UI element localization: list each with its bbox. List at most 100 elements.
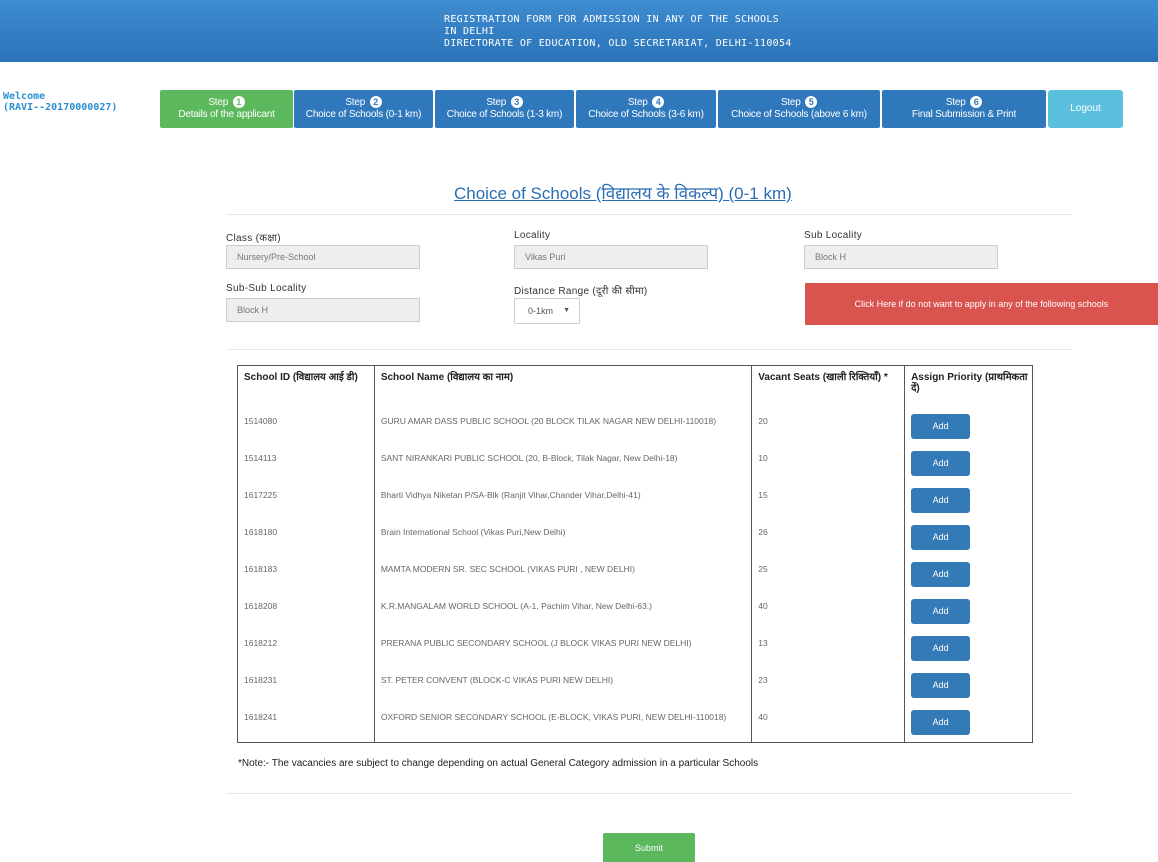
header-line-3: DIRECTORATE OF EDUCATION, OLD SECRETARIA… [444,38,792,49]
priority-cell: Add [904,483,1033,521]
vacancy-note: *Note:- The vacancies are subject to cha… [238,758,759,769]
step-prefix: Step [208,97,229,108]
step-label: Choice of Schools (0-1 km) [305,109,422,120]
distance-range-select[interactable]: 0-1km ▼ [514,298,580,324]
step-label: Choice of Schools (1-3 km) [446,109,563,120]
school-id: 1618183 [244,563,278,574]
page-title: Choice of Schools (विद्यालय के विकल्प) (… [454,184,792,203]
step-number-badge: 5 [805,96,818,108]
priority-cell: Add [904,446,1033,484]
step-2-tab[interactable]: Step 2 Choice of Schools (0-1 km) [294,90,433,128]
priority-cell: Add [904,631,1033,669]
priority-cell: Add [904,705,1033,743]
step-label: Details of the applicant [178,109,275,120]
school-name: GURU AMAR DASS PUBLIC SCHOOL (20 BLOCK T… [373,409,752,447]
vacant-seats: 15 [751,483,905,521]
step-3-tab[interactable]: Step 3 Choice of Schools (1-3 km) [435,90,574,128]
step-number-badge: 6 [970,96,983,108]
step-6-tab[interactable]: Step 6 Final Submission & Print [882,90,1046,128]
add-priority-button[interactable]: Add [911,672,971,698]
header-title: REGISTRATION FORM FOR ADMISSION IN ANY O… [444,14,792,50]
vacant-seats: 40 [751,594,905,632]
table-row: 1618208 K.R.MANGALAM WORLD SCHOOL (A-1, … [238,594,1033,632]
step-number-badge: 2 [369,96,382,108]
table-row: 1618241 OXFORD SENIOR SECONDARY SCHOOL (… [238,705,1033,743]
step-label: Final Submission & Print [911,109,1017,120]
vacant-seats: 20 [751,409,905,447]
school-name: OXFORD SENIOR SECONDARY SCHOOL (E-BLOCK,… [373,705,752,743]
vacant-seats: 25 [751,557,905,595]
header-line-1: REGISTRATION FORM FOR ADMISSION IN ANY O… [444,14,779,25]
class-field[interactable]: Nursery/Pre-School [226,245,420,269]
add-priority-button[interactable]: Add [911,450,971,476]
priority-cell: Add [904,409,1033,447]
add-priority-button[interactable]: Add [911,413,971,439]
caret-down-icon: ▼ [563,307,570,314]
vacant-seats: 10 [751,446,905,484]
col-header-vacant-seats: Vacant Seats (खाली रिक्तियाँ) * [751,365,905,410]
opt-out-button[interactable]: Click Here if do not want to apply in an… [805,283,1158,325]
step-1-tab[interactable]: Step 1 Details of the applicant [160,90,293,128]
add-priority-button[interactable]: Add [911,561,971,587]
step-prefix: Step [345,97,366,108]
step-prefix: Step [780,97,801,108]
locality-label: Locality [514,230,551,241]
add-priority-button[interactable]: Add [911,524,971,550]
col-header-assign-priority: Assign Priority (प्राथमिकता दें) [904,365,1033,410]
table-row: 1514113 SANT NIRANKARI PUBLIC SCHOOL (20… [238,446,1033,484]
school-id: 1618212 [244,637,278,648]
step-number-badge: 4 [652,96,665,108]
add-priority-button[interactable]: Add [911,598,971,624]
table-row: 1617225 Bharti Vidhya Niketan P/SA-Blk (… [238,483,1033,521]
step-prefix: Step [945,97,966,108]
vacant-seats: 26 [751,520,905,558]
step-4-tab[interactable]: Step 4 Choice of Schools (3-6 km) [576,90,716,128]
table-row: 1618183 MAMTA MODERN SR. SEC SCHOOL (VIK… [238,557,1033,595]
add-priority-button[interactable]: Add [911,487,971,513]
step-5-tab[interactable]: Step 5 Choice of Schools (above 6 km) [718,90,880,128]
table-row: 1618180 Brain International School (Vika… [238,520,1033,558]
distance-range-value: 0-1km [528,306,554,316]
add-priority-button[interactable]: Add [911,709,971,735]
vacant-seats: 23 [751,668,905,706]
sub-sub-locality-field[interactable]: Block H [226,298,420,322]
table-row: 1618212 PRERANA PUBLIC SECONDARY SCHOOL … [238,631,1033,669]
col-header-school-id: School ID (विद्यालय आई डी) [244,372,358,383]
school-name: SANT NIRANKARI PUBLIC SCHOOL (20, B-Bloc… [373,446,752,484]
priority-cell: Add [904,668,1033,706]
page-header: REGISTRATION FORM FOR ADMISSION IN ANY O… [0,0,1158,62]
col-header-school-name: School Name (विद्यालय का नाम) [373,365,752,410]
priority-cell: Add [904,594,1033,632]
locality-field[interactable]: Vikas Puri [514,245,708,269]
step-number-badge: 3 [510,96,523,108]
vacant-seats: 40 [751,705,905,743]
step-label: Choice of Schools (3-6 km) [588,109,704,120]
class-label: Class (कक्षा) [226,233,281,244]
school-name: MAMTA MODERN SR. SEC SCHOOL (VIKAS PURI … [373,557,752,595]
sub-locality-field[interactable]: Block H [804,245,998,269]
school-name: Bharti Vidhya Niketan P/SA-Blk (Ranjit V… [373,483,752,521]
school-name: ST. PETER CONVENT (BLOCK-C VIKAS PURI NE… [373,668,752,706]
school-id: 1514080 [244,415,278,426]
step-prefix: Step [627,97,648,108]
step-label: Choice of Schools (above 6 km) [731,109,867,120]
table-row: 1618231 ST. PETER CONVENT (BLOCK-C VIKAS… [238,668,1033,706]
school-name: PRERANA PUBLIC SECONDARY SCHOOL (J BLOCK… [373,631,752,669]
school-id: 1618241 [244,711,278,722]
divider [226,793,1072,794]
table-header-row: School ID (विद्यालय आई डी) School Name (… [238,365,1033,410]
step-number-badge: 1 [232,96,245,108]
school-name: K.R.MANGALAM WORLD SCHOOL (A-1, Pachim V… [373,594,752,632]
priority-cell: Add [904,557,1033,595]
school-id: 1514113 [244,452,277,463]
school-name: Brain International School (Vikas Puri,N… [373,520,752,558]
add-priority-button[interactable]: Add [911,635,971,661]
school-id: 1618180 [244,526,278,537]
welcome-user: (RAVI--20170000027) [3,102,118,113]
logout-button[interactable]: Logout [1048,90,1123,128]
submit-button[interactable]: Submit [603,833,695,862]
school-id: 1617225 [244,489,278,500]
welcome-label: Welcome [3,91,46,102]
divider [226,214,1072,215]
sub-sub-locality-label: Sub-Sub Locality [226,283,307,294]
